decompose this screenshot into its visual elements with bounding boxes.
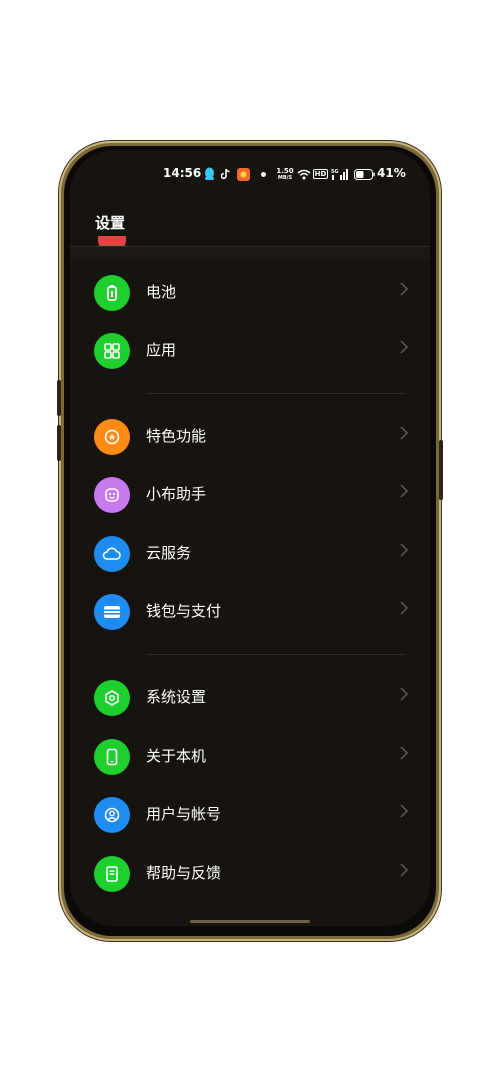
chevron-right-icon (400, 687, 409, 701)
power-button (439, 440, 443, 500)
settings-item-about[interactable]: 关于本机 (70, 727, 430, 785)
volume-button (57, 380, 61, 416)
settings-item-label: 特色功能 (146, 427, 207, 445)
status-time: 14:56 (163, 166, 202, 180)
chevron-right-icon (400, 601, 409, 615)
home-indicator[interactable] (190, 920, 310, 923)
chevron-right-icon (400, 340, 409, 354)
settings-item-features[interactable]: 特色功能 (70, 407, 430, 465)
hexagon-settings-icon (94, 680, 130, 716)
settings-item-label: 钱包与支付 (146, 602, 222, 620)
chevron-right-icon (400, 863, 409, 877)
chevron-right-icon (400, 543, 409, 557)
hd-label: HD (312, 169, 329, 179)
battery-percent: 41% (377, 166, 406, 180)
header-divider (70, 246, 430, 247)
net-speed-value: 1.50 (276, 166, 294, 175)
qq-icon (203, 167, 215, 181)
tiktok-icon (220, 167, 232, 181)
battery-icon (94, 275, 130, 311)
settings-item-help[interactable]: 帮助与反馈 (70, 844, 430, 902)
app-notification-icon (236, 167, 250, 181)
net-speed: 1.50 MB/S (275, 167, 295, 181)
apps-grid-icon (94, 333, 130, 369)
settings-item-accounts[interactable]: 用户与帐号 (70, 785, 430, 843)
settings-item-label: 云服务 (146, 544, 192, 562)
phone-icon (94, 739, 130, 775)
settings-item-assistant[interactable]: 小布助手 (70, 465, 430, 523)
settings-item-label: 帮助与反馈 (146, 864, 222, 882)
page-title: 设置 (95, 214, 126, 232)
settings-item-label: 用户与帐号 (146, 805, 222, 823)
chevron-right-icon (400, 746, 409, 760)
status-bar: 14:56 1.50 MB/S HD 5G 41% (70, 164, 430, 184)
chevron-right-icon (400, 282, 409, 296)
net-speed-unit: MB/S (277, 174, 293, 181)
settings-item-cloud[interactable]: 云服务 (70, 524, 430, 582)
settings-item-label: 应用 (146, 341, 177, 359)
wifi-icon (296, 167, 311, 181)
chevron-right-icon (400, 804, 409, 818)
assistant-icon (94, 477, 130, 513)
hd-icon: HD (312, 167, 329, 181)
svg-text:5G: 5G (331, 169, 339, 175)
star-badge-icon (94, 419, 130, 455)
chevron-right-icon (400, 426, 409, 440)
settings-item-system[interactable]: 系统设置 (70, 668, 430, 726)
settings-item-battery[interactable]: 电池 (70, 263, 430, 321)
volume-button (57, 425, 61, 461)
settings-item-label: 小布助手 (146, 485, 207, 503)
scrolled-item-peek (70, 247, 430, 261)
settings-item-label: 电池 (146, 283, 177, 301)
help-book-icon (94, 856, 130, 892)
settings-item-label: 关于本机 (146, 747, 207, 765)
group-divider (146, 654, 406, 655)
signal-icon: 5G (330, 167, 349, 181)
settings-item-wallet[interactable]: 钱包与支付 (70, 582, 430, 640)
settings-item-apps[interactable]: 应用 (70, 321, 430, 379)
wallet-icon (94, 594, 130, 630)
battery-status-icon (353, 167, 375, 181)
user-circle-icon (94, 797, 130, 833)
settings-item-label: 系统设置 (146, 688, 207, 706)
group-divider (146, 393, 406, 394)
screen: 14:56 1.50 MB/S HD 5G 41% 设置 电池 应用 特色功能 … (70, 150, 430, 926)
cloud-icon (94, 536, 130, 572)
dot-icon (259, 167, 267, 181)
chevron-right-icon (400, 484, 409, 498)
